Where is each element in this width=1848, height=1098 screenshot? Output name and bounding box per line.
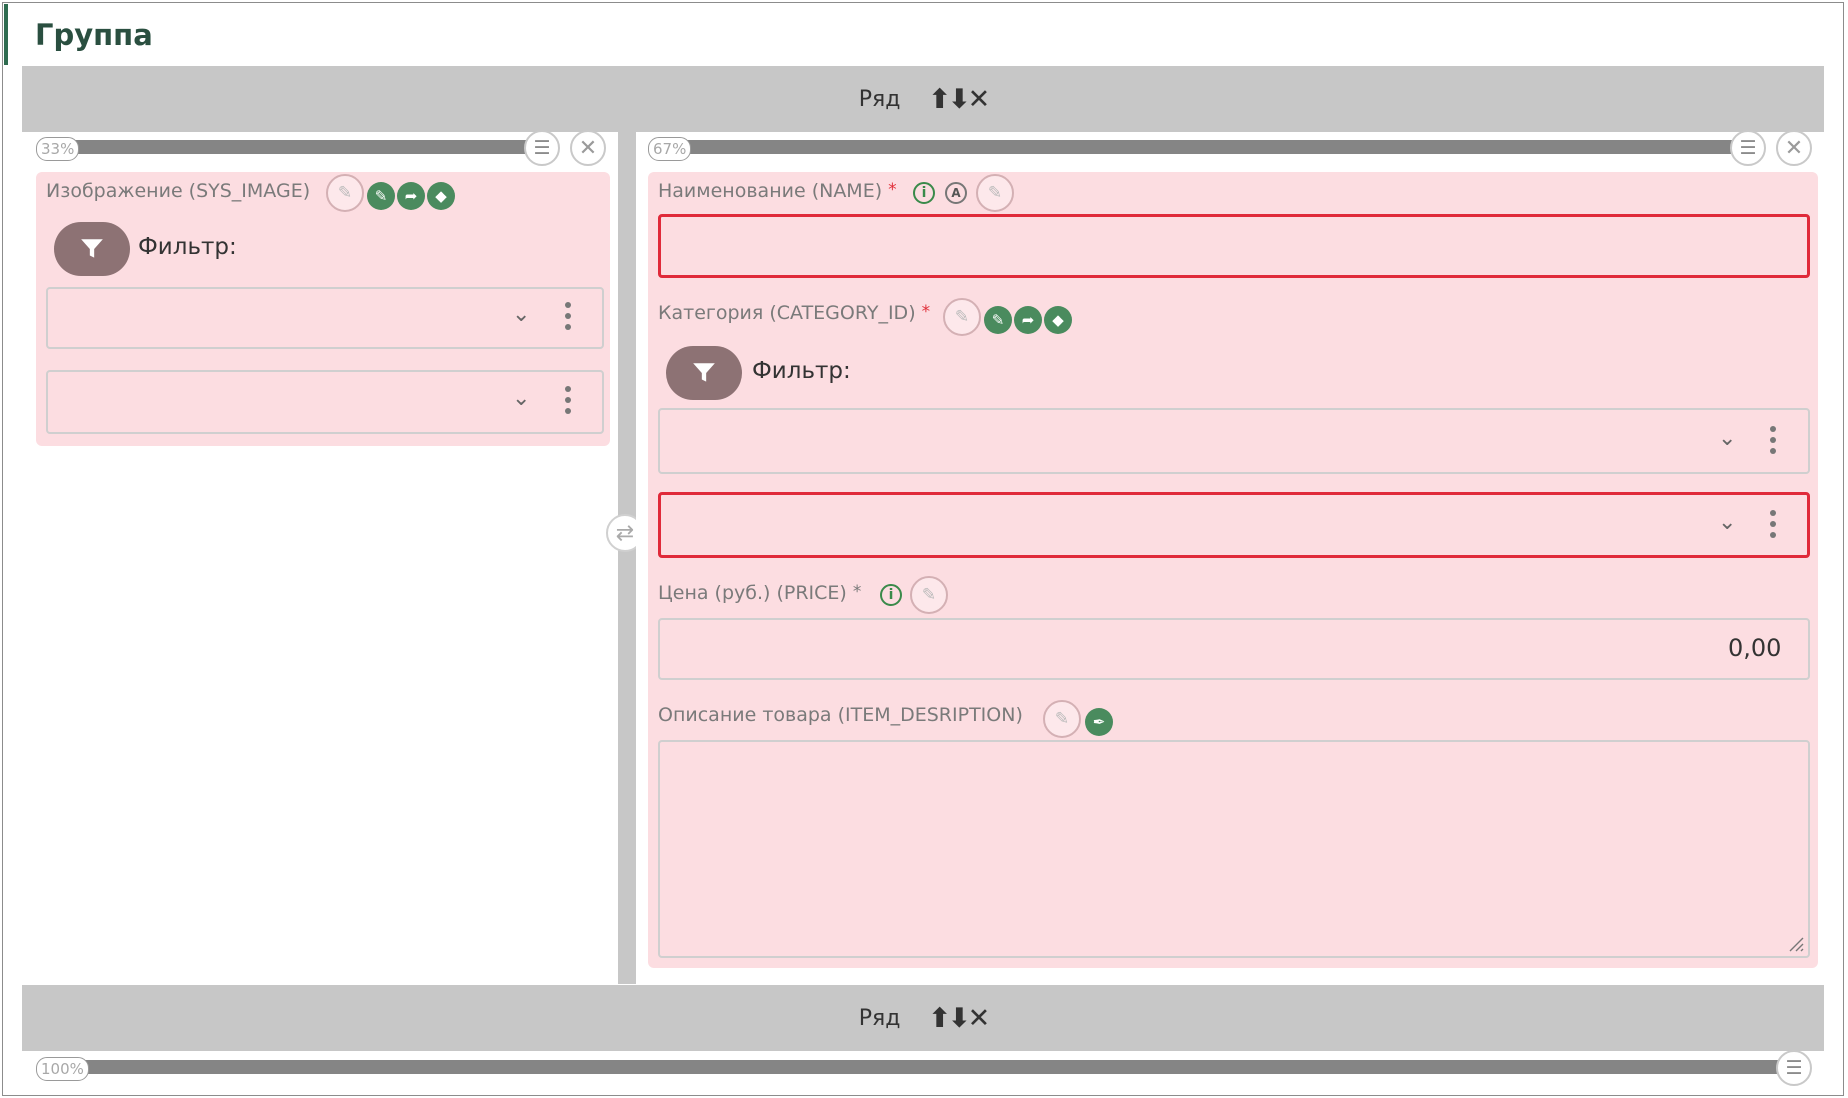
row-header: Ряд ⬆⬇✕	[22, 985, 1824, 1051]
edit-icon[interactable]: ✎	[976, 174, 1014, 212]
row-header: Ряд ⬆⬇✕	[22, 66, 1824, 132]
filter-button[interactable]	[666, 346, 742, 400]
field-label-price-text: Цена (руб.) (PRICE)	[658, 582, 847, 604]
vertical-dots-icon[interactable]	[1770, 510, 1776, 543]
group-accent-bar	[4, 4, 8, 65]
field-label-name-text: Наименование (NAME)	[658, 180, 883, 202]
category-select-2[interactable]	[658, 492, 1810, 558]
pencil-icon[interactable]: ✎	[984, 306, 1012, 334]
eraser-icon[interactable]: ◆	[1044, 306, 1072, 334]
list-icon[interactable]: ☰	[524, 130, 560, 166]
share-arrow-icon[interactable]: ➦	[1014, 306, 1042, 334]
price-input[interactable]	[658, 618, 1810, 680]
eraser-icon[interactable]: ◆	[427, 182, 455, 210]
filter-label: Фильтр:	[752, 358, 851, 384]
chevron-down-icon[interactable]: ⌄	[1718, 510, 1736, 535]
edit-icon[interactable]: ✎	[326, 174, 364, 212]
pencil-icon[interactable]: ✎	[367, 182, 395, 210]
required-marker: *	[852, 582, 862, 602]
price-value: 0,00	[1728, 634, 1782, 662]
column-width-label: 67%	[648, 137, 692, 161]
required-marker: *	[888, 180, 897, 200]
row-move-delete-controls[interactable]: ⬆⬇✕	[928, 1003, 990, 1034]
filter-button[interactable]	[54, 222, 130, 276]
column-width-slider[interactable]	[652, 140, 1752, 154]
field-label-price: Цена (руб.) (PRICE) *	[658, 582, 861, 604]
group-title: Группа	[35, 18, 153, 52]
column-width-slider[interactable]	[40, 1060, 1780, 1074]
filter-funnel-icon	[81, 239, 103, 258]
field-label-sys-image: Изображение (SYS_IMAGE)	[46, 180, 311, 202]
list-icon[interactable]: ☰	[1776, 1050, 1812, 1086]
description-textarea[interactable]	[658, 740, 1810, 958]
row-move-delete-controls[interactable]: ⬆⬇✕	[928, 84, 990, 115]
vertical-dots-icon[interactable]	[565, 302, 571, 335]
chevron-down-icon[interactable]: ⌄	[1718, 426, 1736, 451]
info-icon[interactable]: i	[913, 182, 935, 204]
list-icon[interactable]: ☰	[1730, 130, 1766, 166]
column-width-label: 33%	[36, 137, 80, 161]
category-select-1[interactable]	[658, 408, 1810, 474]
resize-grip-icon[interactable]	[1788, 936, 1804, 952]
pin-icon[interactable]: ✒	[1085, 708, 1113, 736]
field-label-category: Категория (CATEGORY_ID) *	[658, 302, 930, 324]
vertical-dots-icon[interactable]	[565, 386, 571, 419]
close-icon[interactable]: ✕	[1776, 130, 1812, 166]
share-arrow-icon[interactable]: ➦	[397, 182, 425, 210]
filter-label: Фильтр:	[138, 234, 237, 260]
row-label: Ряд	[858, 86, 901, 112]
column-width-slider[interactable]	[40, 140, 540, 154]
edit-icon[interactable]: ✎	[943, 298, 981, 336]
edit-icon[interactable]: ✎	[910, 576, 948, 614]
field-label-category-text: Категория (CATEGORY_ID)	[658, 302, 916, 324]
field-label-name: Наименование (NAME) *	[658, 180, 897, 202]
name-input[interactable]	[658, 214, 1810, 278]
row-label: Ряд	[858, 1005, 901, 1031]
auto-a-icon[interactable]: A	[945, 182, 967, 204]
chevron-down-icon[interactable]: ⌄	[512, 302, 530, 327]
chevron-down-icon[interactable]: ⌄	[512, 386, 530, 411]
vertical-dots-icon[interactable]	[1770, 426, 1776, 459]
required-marker: *	[921, 302, 931, 322]
filter-funnel-icon	[693, 363, 715, 382]
column-width-label: 100%	[36, 1057, 89, 1081]
edit-icon[interactable]: ✎	[1043, 700, 1081, 738]
info-icon[interactable]: i	[880, 584, 902, 606]
field-label-description: Описание товара (ITEM_DESRIPTION)	[658, 704, 1023, 726]
close-icon[interactable]: ✕	[570, 130, 606, 166]
